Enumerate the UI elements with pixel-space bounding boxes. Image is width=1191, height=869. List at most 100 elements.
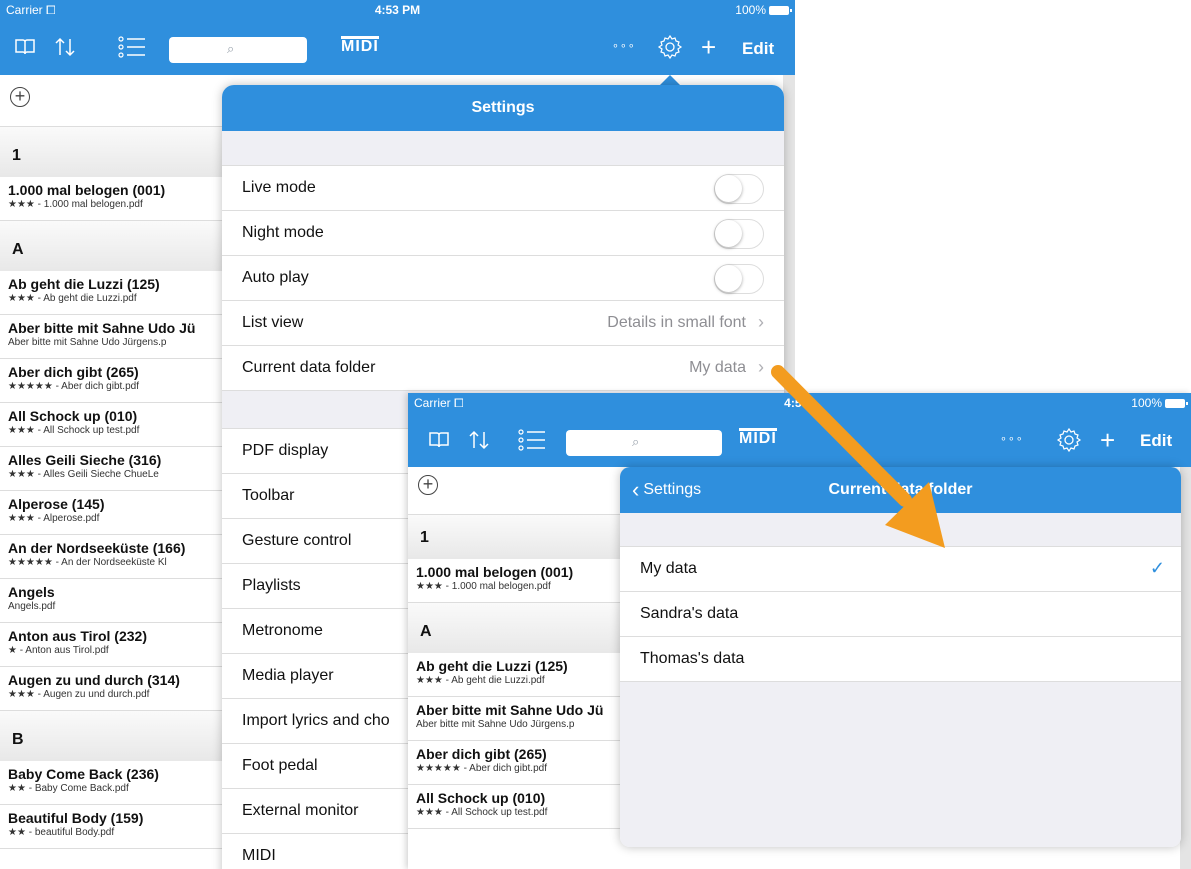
song-title: Angels [8, 584, 55, 600]
song-title: 1.000 mal belogen (001) [416, 564, 574, 580]
song-subtitle: ★★★ - All Schock up test.pdf [8, 425, 140, 436]
search-icon: ⌕ [227, 41, 235, 56]
add-row: + [0, 75, 225, 127]
battery-icon [1165, 398, 1188, 408]
screen-data-folder: Carrier ⧠ 4:5 M 100% ⌕ MIDI ∘∘∘ + Edit +… [408, 393, 1191, 869]
book-icon[interactable] [428, 430, 450, 454]
list-item[interactable]: Aber dich gibt (265) ★★★★★ - Aber dich gi… [408, 741, 623, 785]
song-subtitle: ★★★ - Alperose.pdf [8, 513, 100, 524]
setting-label: MIDI [242, 847, 276, 864]
back-button[interactable]: ‹ Settings [632, 467, 701, 513]
midi-logo[interactable]: MIDI [341, 36, 379, 55]
folder-my-data[interactable]: My data ✓ [620, 547, 1181, 592]
setting-label: Playlists [242, 577, 301, 594]
song-subtitle: ★★★★★ - Aber dich gibt.pdf [416, 763, 547, 774]
midi-logo[interactable]: MIDI [739, 428, 777, 447]
song-title: Aber bitte mit Sahne Udo Jü [416, 702, 604, 718]
song-title: Aber dich gibt (265) [416, 746, 547, 762]
song-title: All Schock up (010) [8, 408, 138, 424]
list-item[interactable]: Angels Angels.pdf [0, 579, 225, 623]
list-item[interactable]: Alperose (145) ★★★ - Alperose.pdf [0, 491, 225, 535]
setting-live-mode[interactable]: Live mode [222, 166, 784, 211]
list-item[interactable]: 1.000 mal belogen (001) ★★★ - 1.000 mal b… [0, 177, 225, 221]
list-icon[interactable] [118, 35, 146, 63]
list-item[interactable]: Alles Geili Sieche (316) ★★★ - Alles Geil… [0, 447, 225, 491]
plus-icon[interactable]: + [701, 34, 716, 60]
setting-night-mode[interactable]: Night mode [222, 211, 784, 256]
sort-icon[interactable] [467, 428, 491, 456]
song-subtitle: ★★ - Baby Come Back.pdf [8, 783, 129, 794]
setting-current-data-folder[interactable]: Current data folder My data › [222, 346, 784, 391]
song-list: + 1 1.000 mal belogen (001) ★★★ - 1.000 m… [408, 467, 623, 829]
song-title: Baby Come Back (236) [8, 766, 159, 782]
list-icon[interactable] [518, 428, 546, 456]
list-item[interactable]: Aber dich gibt (265) ★★★★★ - Aber dich gi… [0, 359, 225, 403]
list-item[interactable]: Ab geht die Luzzi (125) ★★★ - Ab geht die… [0, 271, 225, 315]
song-title: All Schock up (010) [416, 790, 546, 806]
song-subtitle: Angels.pdf [8, 601, 56, 612]
folder-label: My data [640, 560, 697, 577]
setting-label: Auto play [242, 269, 309, 286]
sort-icon[interactable] [53, 35, 77, 63]
list-item[interactable]: Augen zu und durch (314) ★★★ - Augen zu u… [0, 667, 225, 711]
auto-play-toggle[interactable] [714, 264, 764, 294]
list-item[interactable]: Aber bitte mit Sahne Udo Jü Aber bitte mi… [0, 315, 225, 359]
list-item[interactable]: Ab geht die Luzzi (125) ★★★ - Ab geht die… [408, 653, 623, 697]
status-bar: Carrier ⧠ 4:5 M 100% [408, 393, 1191, 413]
song-title: Anton aus Tirol (232) [8, 628, 147, 644]
book-icon[interactable] [14, 37, 36, 61]
list-item[interactable]: Anton aus Tirol (232) ★ - Anton aus Tirol… [0, 623, 225, 667]
list-item[interactable]: Beautiful Body (159) ★★ - beautiful Body.… [0, 805, 225, 849]
song-subtitle: ★★★ - Alles Geili Sieche ChueLe [8, 469, 159, 480]
setting-auto-play[interactable]: Auto play [222, 256, 784, 301]
setting-label: Toolbar [242, 487, 295, 504]
popover-arrow [1060, 457, 1080, 467]
setting-label: Current data folder [242, 359, 376, 376]
edit-button[interactable]: Edit [742, 39, 774, 59]
song-list: + 1 1.000 mal belogen (001) ★★★ - 1.000 m… [0, 75, 225, 849]
empty-area [620, 682, 1181, 847]
toolbar: ⌕ MIDI ∘∘∘ + Edit [0, 20, 795, 75]
list-item[interactable]: All Schock up (010) ★★★ - All Schock up t… [408, 785, 623, 829]
battery-indicator: 100% [1131, 396, 1188, 410]
night-mode-toggle[interactable] [714, 219, 764, 249]
folder-thomass-data[interactable]: Thomas's data [620, 637, 1181, 682]
song-subtitle: ★★★ - 1.000 mal belogen.pdf [8, 199, 143, 210]
search-input[interactable]: ⌕ [169, 37, 307, 63]
edit-button[interactable]: Edit [1140, 431, 1172, 451]
list-item[interactable]: 1.000 mal belogen (001) ★★★ - 1.000 mal b… [408, 559, 623, 603]
setting-list-view[interactable]: List view Details in small font › [222, 301, 784, 346]
folder-sandras-data[interactable]: Sandra's data [620, 592, 1181, 637]
list-item[interactable]: Baby Come Back (236) ★★ - Baby Come Back.… [0, 761, 225, 805]
song-subtitle: ★★★ - All Schock up test.pdf [416, 807, 548, 818]
song-title: Ab geht die Luzzi (125) [8, 276, 160, 292]
folder-label: Sandra's data [640, 605, 739, 622]
song-title: Beautiful Body (159) [8, 810, 144, 826]
more-icon[interactable]: ∘∘∘ [612, 41, 636, 52]
section-header: 1 [0, 127, 225, 177]
checkmark-icon: ✓ [1149, 558, 1165, 578]
live-mode-toggle[interactable] [714, 174, 764, 204]
plus-icon[interactable]: + [1100, 427, 1115, 453]
search-icon: ⌕ [632, 434, 640, 449]
gear-icon[interactable] [657, 34, 683, 64]
song-title: Ab geht die Luzzi (125) [416, 658, 568, 674]
search-input[interactable]: ⌕ [566, 430, 722, 456]
song-subtitle: Aber bitte mit Sahne Udo Jürgens.p [8, 337, 167, 348]
folder-label: Thomas's data [640, 650, 745, 667]
add-circle-icon[interactable]: + [418, 475, 438, 495]
list-item[interactable]: All Schock up (010) ★★★ - All Schock up t… [0, 403, 225, 447]
gear-icon[interactable] [1056, 427, 1082, 457]
section-header: A [0, 221, 225, 271]
add-circle-icon[interactable]: + [10, 87, 30, 107]
list-item[interactable]: Aber bitte mit Sahne Udo Jü Aber bitte mi… [408, 697, 623, 741]
setting-label: Import lyrics and cho [242, 712, 390, 729]
back-label: Settings [643, 481, 702, 498]
setting-label: Gesture control [242, 532, 352, 549]
popover-title: Settings [222, 85, 784, 131]
chevron-right-icon: › [758, 357, 764, 377]
list-item[interactable]: An der Nordseeküste (166) ★★★★★ - An der … [0, 535, 225, 579]
song-title: Aber bitte mit Sahne Udo Jü [8, 320, 196, 336]
more-icon[interactable]: ∘∘∘ [1000, 434, 1024, 445]
setting-label: List view [242, 314, 304, 331]
